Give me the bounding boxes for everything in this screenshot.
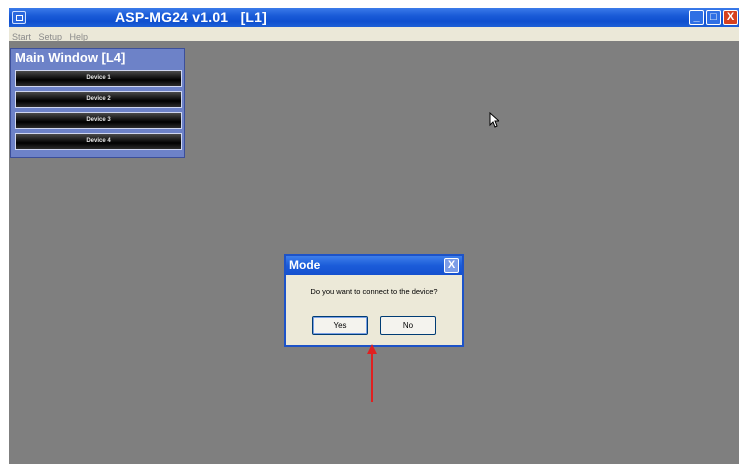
mode-dialog: Mode X Do you want to connect to the dev… bbox=[284, 254, 464, 347]
minimize-button[interactable]: _ bbox=[689, 10, 704, 25]
annotation-arrow bbox=[367, 344, 377, 402]
no-button[interactable]: No bbox=[380, 316, 436, 335]
mouse-cursor-icon bbox=[489, 112, 499, 128]
yes-button[interactable]: Yes bbox=[312, 316, 368, 335]
menu-start[interactable]: Start bbox=[12, 30, 31, 44]
menu-help[interactable]: Help bbox=[69, 30, 88, 44]
window-title: ASP-MG24 v1.01 [L1] bbox=[115, 9, 268, 25]
device-4-button[interactable]: Device 4 bbox=[15, 133, 182, 150]
main-window-title: Main Window [L4] bbox=[15, 50, 126, 65]
app-icon[interactable] bbox=[12, 11, 26, 24]
menu-setup[interactable]: Setup bbox=[38, 30, 62, 44]
dialog-title-bar[interactable]: Mode X bbox=[286, 256, 462, 275]
device-1-button[interactable]: Device 1 bbox=[15, 70, 182, 87]
device-3-button[interactable]: Device 3 bbox=[15, 112, 182, 129]
dialog-title: Mode bbox=[289, 258, 321, 272]
maximize-button[interactable]: □ bbox=[706, 10, 721, 25]
dialog-close-button[interactable]: X bbox=[444, 258, 459, 273]
menu-bar: Start Setup Help bbox=[9, 27, 739, 44]
device-2-button[interactable]: Device 2 bbox=[15, 91, 182, 108]
title-bar[interactable]: ASP-MG24 v1.01 [L1] _ □ X bbox=[9, 8, 739, 27]
close-button[interactable]: X bbox=[723, 10, 738, 25]
main-window-panel: Main Window [L4] Device 1 Device 2 Devic… bbox=[10, 48, 185, 158]
dialog-message: Do you want to connect to the device? bbox=[310, 287, 438, 296]
